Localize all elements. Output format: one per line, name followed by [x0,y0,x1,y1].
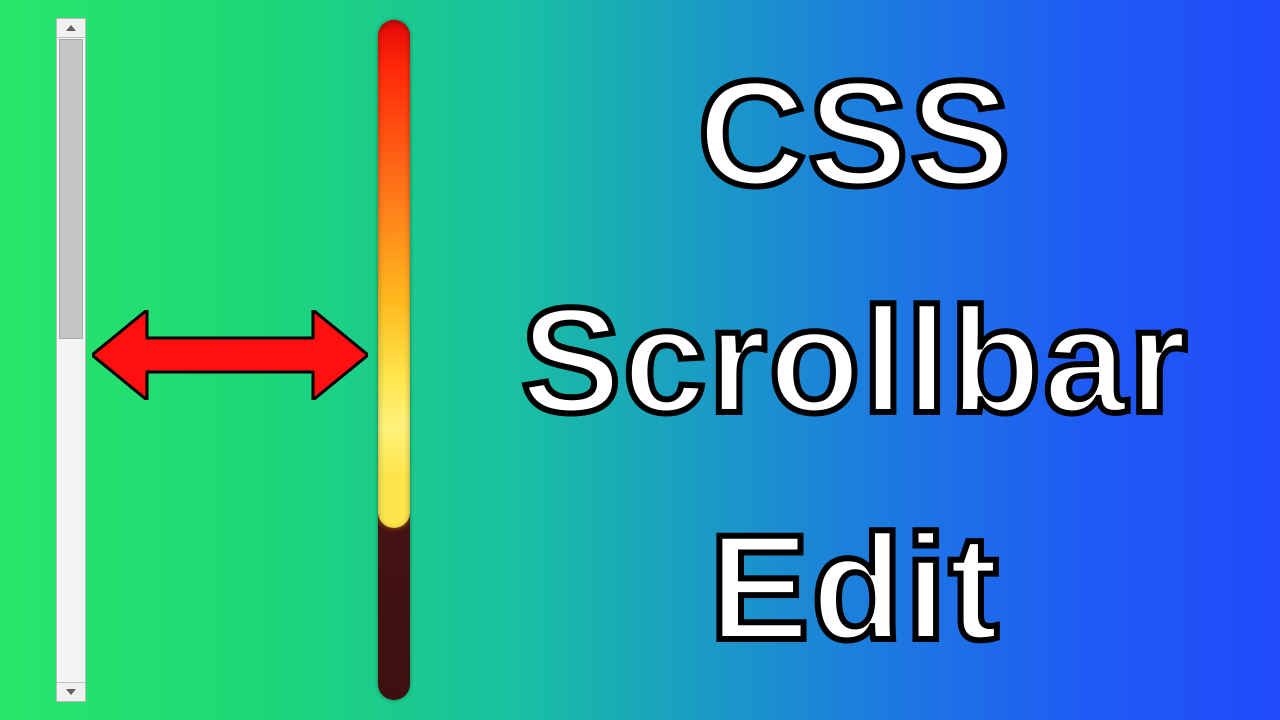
chevron-down-icon [66,689,76,695]
scroll-down-button[interactable] [57,682,85,701]
title-line-1: CSS [698,58,1012,208]
default-scrollbar[interactable] [56,18,86,702]
double-arrow-icon [92,310,368,400]
styled-scrollbar[interactable] [378,20,410,700]
scroll-up-button[interactable] [57,19,85,38]
title-line-2: Scrollbar [521,285,1189,435]
styled-scrollbar-thumb[interactable] [378,20,410,528]
default-scrollbar-thumb[interactable] [59,39,83,339]
title-block: CSS Scrollbar Edit [430,0,1280,720]
chevron-up-icon [66,25,76,31]
title-line-3: Edit [709,512,1000,662]
